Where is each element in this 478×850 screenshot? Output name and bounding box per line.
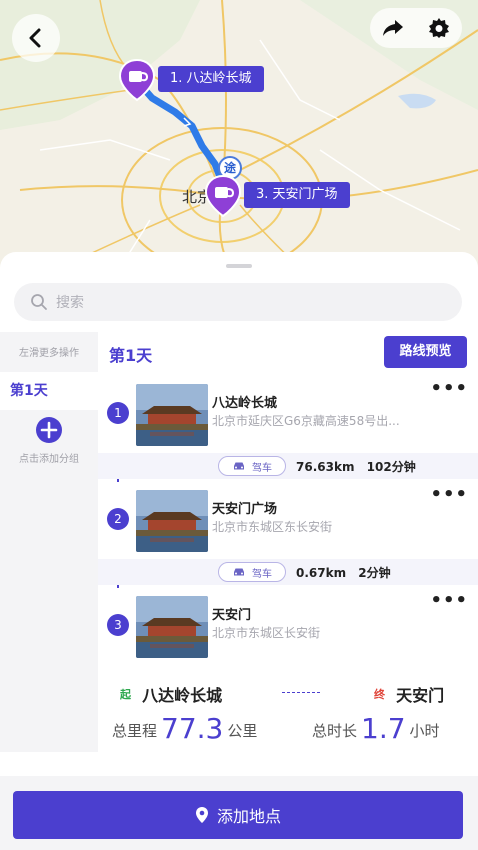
search-placeholder: 搜索	[56, 295, 84, 311]
leg-distance: 0.67km	[296, 566, 347, 580]
bottom-bar: 添加地点	[0, 776, 478, 850]
stop-name: 天安门广场	[212, 502, 278, 517]
stop-photo	[136, 384, 208, 446]
total-distance-label: 总里程	[112, 722, 158, 740]
stop-index-badge: 2	[107, 508, 129, 530]
location-pin-icon	[195, 807, 208, 823]
leg-duration: 102分钟	[366, 460, 416, 474]
end-place: 天安门	[396, 686, 445, 705]
gear-icon[interactable]	[428, 17, 450, 39]
stop-index-badge: 3	[107, 614, 129, 636]
route-pin-3-label[interactable]: 3. 天安门广场	[244, 182, 350, 208]
share-arrow-icon[interactable]	[382, 18, 404, 38]
coffee-pin-icon	[204, 174, 242, 218]
drive-mode-button[interactable]: 驾车	[218, 456, 286, 476]
add-place-button[interactable]: 添加地点	[13, 791, 463, 839]
total-distance-value: 77.3	[161, 712, 224, 745]
route-pin-1-label[interactable]: 1. 八达岭长城	[158, 66, 264, 92]
leg-duration: 2分钟	[358, 566, 391, 580]
stop-address: 北京市延庆区G6京藏高速58号出...	[212, 414, 400, 428]
start-tag: 起	[120, 688, 131, 701]
total-duration-label: 总时长	[312, 722, 358, 740]
start-place: 八达岭长城	[142, 686, 223, 705]
stop-photo	[136, 490, 208, 552]
search-input[interactable]: 搜索	[14, 283, 462, 321]
route-leg-1: 驾车 76.63km 102分钟	[98, 453, 478, 479]
back-button[interactable]	[12, 14, 60, 62]
route-map[interactable]: 北京 1. 八达岭长城 途 3. 天安门广场	[0, 0, 478, 268]
stop-card-3[interactable]: 天安门 北京市东城区长安街 •••	[98, 588, 478, 680]
route-summary: 起 八达岭长城 终 天安门 总里程 77.3 公里 总时长 1.7 小时	[98, 668, 478, 754]
route-leg-2: 驾车 0.67km 2分钟	[98, 559, 478, 585]
end-tag: 终	[374, 688, 385, 701]
route-preview-button[interactable]: 路线预览	[384, 336, 467, 368]
leg-distance: 76.63km	[296, 460, 355, 474]
more-options-icon[interactable]: •••	[430, 590, 468, 611]
leg-info: 0.67km 2分钟	[296, 564, 391, 581]
add-group-button[interactable]	[36, 417, 62, 443]
stop-index-badge: 1	[107, 402, 129, 424]
more-options-icon[interactable]: •••	[430, 484, 468, 505]
add-group-label: 点击添加分组	[19, 454, 79, 465]
travel-mode-label: 驾车	[252, 462, 272, 474]
route-pin-1[interactable]	[118, 58, 156, 102]
stop-address: 北京市东城区长安街	[212, 626, 321, 640]
map-top-actions	[370, 8, 462, 48]
sidebar-item-day-1[interactable]: 第1天	[0, 372, 98, 410]
add-place-label: 添加地点	[216, 807, 281, 826]
total-duration-unit: 小时	[409, 722, 440, 740]
swipe-hint: 左滑更多操作	[19, 348, 79, 359]
stop-name: 天安门	[212, 608, 252, 623]
day-sidebar: 左滑更多操作 第1天 点击添加分组	[0, 332, 98, 752]
stop-name: 八达岭长城	[212, 396, 278, 411]
plus-icon	[40, 421, 58, 439]
total-duration: 总时长 1.7 小时	[312, 712, 440, 745]
car-icon	[234, 462, 244, 470]
stop-photo	[136, 596, 208, 658]
total-distance-unit: 公里	[227, 722, 258, 740]
drive-mode-button[interactable]: 驾车	[218, 562, 286, 582]
chevron-left-icon	[29, 28, 41, 48]
stop-address: 北京市东城区东长安街	[212, 520, 333, 534]
summary-end: 终 天安门	[374, 682, 444, 706]
search-icon	[31, 294, 47, 310]
travel-mode-label: 驾车	[252, 568, 272, 580]
day-title: 第1天	[109, 346, 153, 365]
leg-info: 76.63km 102分钟	[296, 458, 416, 475]
drag-handle[interactable]	[226, 264, 252, 268]
total-distance: 总里程 77.3 公里	[112, 712, 257, 745]
car-icon	[234, 568, 244, 576]
summary-start: 起 八达岭长城	[120, 682, 222, 706]
coffee-pin-icon	[118, 58, 156, 102]
summary-connector	[282, 692, 320, 693]
total-duration-value: 1.7	[361, 712, 406, 745]
more-options-icon[interactable]: •••	[430, 378, 468, 399]
itinerary-sheet: 搜索 左滑更多操作 第1天 点击添加分组 第1天 路线预览 八达岭长城 北京市延…	[0, 252, 478, 850]
route-pin-3[interactable]	[204, 174, 242, 218]
